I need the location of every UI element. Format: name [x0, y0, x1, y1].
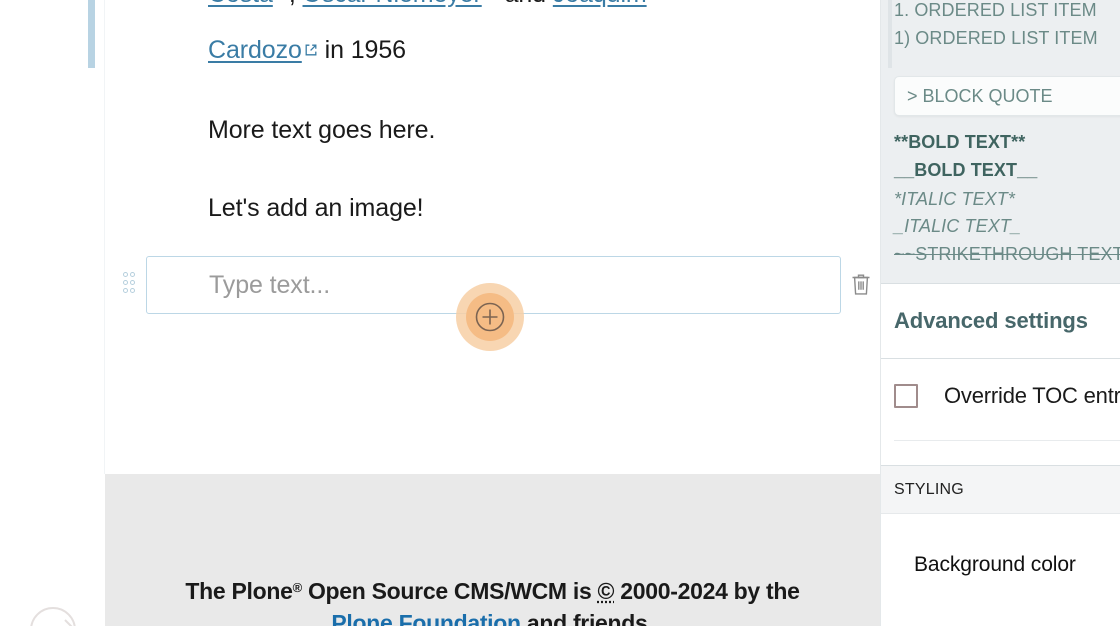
paragraph-architects-line2[interactable]: Cardozo in 1956: [208, 33, 406, 67]
paragraph-separator-1: ,: [289, 0, 303, 8]
link-joaquim-cardozo-part2[interactable]: Cardozo: [208, 36, 302, 64]
text-block-placeholder: Type text...: [209, 271, 331, 299]
cheatsheet-item-strikethrough: ~~STRIKETHROUGH TEXT~~: [894, 244, 1120, 264]
cheatsheet-item-ordered-list-paren: 1) ORDERED LIST ITEM: [894, 28, 1098, 48]
footer-copyright: The Plone® Open Source CMS/WCM is © 2000…: [105, 572, 880, 626]
cheatsheet-item-bold-asterisk: **BOLD TEXT**: [894, 132, 1026, 152]
plus-icon[interactable]: [466, 293, 514, 341]
footer-line1: The Plone® Open Source CMS/WCM is © 2000…: [185, 578, 800, 604]
sidebar-divider-under-heading: [880, 358, 1120, 359]
delete-block-icon[interactable]: [849, 271, 873, 299]
sidebar-left-edge: [880, 0, 881, 626]
link-joaquim-cardozo-part1[interactable]: Joaquim: [553, 0, 647, 8]
footer-friends-label: and friends.: [520, 610, 654, 626]
link-plone-foundation[interactable]: Plone Foundation: [331, 610, 521, 626]
paragraph-year-text: in 1956: [317, 36, 406, 64]
editor-content-area[interactable]: Costa, Oscar Niemeyer and Joaquim Cardoz…: [105, 0, 880, 474]
cheatsheet-item-italic-underscore: _ITALIC TEXT_: [894, 216, 1022, 236]
advanced-settings-heading: Advanced settings: [894, 308, 1088, 333]
page-left-gutter: [0, 0, 90, 626]
site-footer: The Plone® Open Source CMS/WCM is © 2000…: [105, 474, 880, 626]
redo-arrow-icon[interactable]: [25, 602, 81, 626]
sidebar-divider-under-checkbox: [894, 440, 1120, 441]
drag-handle-icon[interactable]: [123, 272, 141, 298]
cheatsheet-item-ordered-list-dot: 1. ORDERED LIST ITEM: [894, 0, 1097, 20]
override-toc-entry-label: Override TOC entry: [944, 383, 1120, 408]
markdown-cheatsheet-panel: 1. ORDERED LIST ITEM 1) ORDERED LIST ITE…: [880, 0, 1120, 283]
override-toc-entry-row[interactable]: Override TOC entry: [894, 383, 1120, 409]
link-oscar-niemeyer[interactable]: Oscar Niemeyer: [303, 0, 482, 8]
cheatsheet-item-italic-asterisk: *ITALIC TEXT*: [894, 189, 1015, 209]
paragraph-architects-line1[interactable]: Costa, Oscar Niemeyer and Joaquim: [208, 0, 647, 11]
link-costa[interactable]: Costa: [208, 0, 273, 8]
app-root: Costa, Oscar Niemeyer and Joaquim Cardoz…: [0, 0, 1120, 626]
styling-section-label: STYLING: [894, 481, 964, 498]
footer-plone-label: The Plone: [185, 578, 293, 604]
copyright-icon: ©: [597, 578, 615, 604]
footer-cms-label: Open Source CMS/WCM is: [301, 578, 598, 604]
sidebar-divider-top: [880, 283, 1120, 284]
paragraph-more-text[interactable]: More text goes here.: [208, 113, 435, 147]
cheatsheet-block-quote-label: > BLOCK QUOTE: [907, 86, 1053, 106]
external-link-icon: [304, 43, 318, 57]
external-link-icon: [484, 0, 498, 1]
cheatsheet-item-bold-underscore: __BOLD TEXT__: [894, 160, 1038, 180]
footer-years-label: 2000-2024 by the: [614, 578, 800, 604]
styling-section-header: STYLING: [880, 465, 1120, 514]
cheatsheet-accent-bar: [888, 0, 892, 68]
external-link-icon: [275, 0, 289, 1]
registered-trademark-icon: ®: [292, 580, 303, 595]
block-selection-bar: [88, 0, 95, 68]
cheatsheet-item-block-quote: > BLOCK QUOTE: [894, 76, 1120, 116]
paragraph-add-image[interactable]: Let's add an image!: [208, 191, 424, 225]
right-sidebar: 1. ORDERED LIST ITEM 1) ORDERED LIST ITE…: [880, 0, 1120, 626]
background-color-label: Background color: [914, 553, 1076, 576]
override-toc-entry-checkbox[interactable]: [894, 384, 918, 408]
paragraph-conjunction: and: [498, 0, 553, 8]
